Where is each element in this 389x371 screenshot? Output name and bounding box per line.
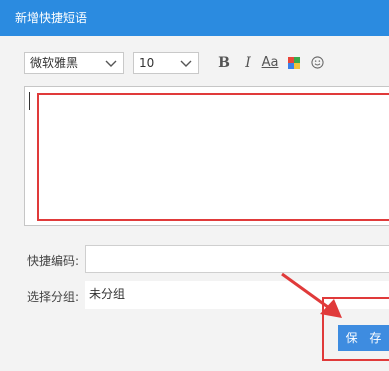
font-style-button[interactable]: Aa [261, 54, 279, 72]
save-button[interactable]: 保 存 [338, 325, 389, 351]
shortcut-label: 快捷编码: [27, 254, 80, 268]
font-family-value: 微软雅黑 [30, 56, 79, 70]
chevron-down-icon [180, 60, 192, 67]
dialog-title: 新增快捷短语 [15, 11, 88, 25]
font-size-value: 10 [139, 56, 155, 70]
color-palette-icon [288, 57, 300, 69]
group-label: 选择分组: [27, 290, 80, 304]
emoji-button[interactable] [310, 54, 324, 72]
group-value: 未分组 [89, 287, 126, 301]
color-button[interactable] [287, 54, 301, 72]
text-caret [29, 92, 30, 110]
bold-button[interactable]: B [217, 54, 231, 72]
highlight-box-editor [37, 93, 389, 221]
font-size-select[interactable]: 10 [133, 52, 199, 74]
font-family-select[interactable]: 微软雅黑 [24, 52, 124, 74]
chevron-down-icon [105, 60, 117, 67]
dialog-titlebar: 新增快捷短语 [0, 0, 389, 36]
italic-button[interactable]: I [241, 54, 255, 72]
smiley-icon [310, 56, 324, 69]
